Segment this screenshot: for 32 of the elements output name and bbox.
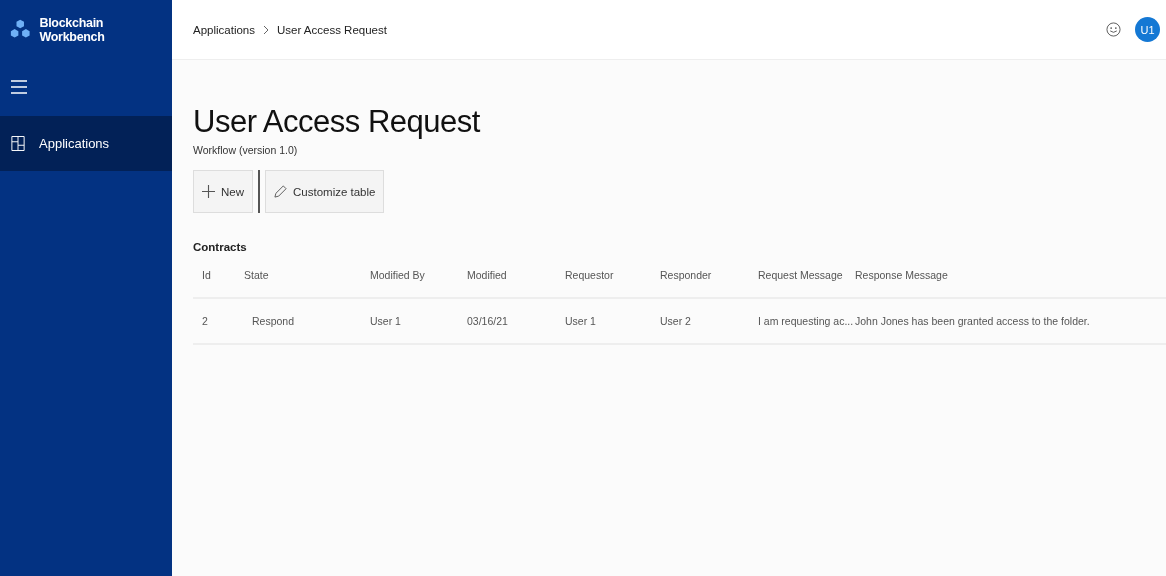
grid-icon [11, 135, 25, 152]
customize-table-button[interactable]: Customize table [265, 170, 385, 213]
table-cell: I am requesting ac... [758, 315, 855, 327]
table-cell-text: User 1 [370, 315, 402, 327]
column-header[interactable]: Modified By [370, 269, 467, 281]
column-header[interactable]: Request Message [758, 269, 855, 281]
user-avatar[interactable]: U1 [1135, 17, 1160, 42]
breadcrumb-current: User Access Request [277, 23, 387, 36]
plus-icon [202, 185, 215, 198]
column-header[interactable]: Response Message [855, 269, 1166, 281]
table-title: Contracts [193, 241, 248, 253]
column-header[interactable]: Id [202, 269, 244, 281]
page-subtitle: Workflow (version 1.0) [193, 144, 299, 156]
new-button[interactable]: New [193, 170, 253, 213]
column-header[interactable]: Modified [467, 269, 565, 281]
column-header[interactable]: State [244, 269, 370, 281]
table-cell-text: 2 [202, 315, 209, 327]
smiley-icon[interactable] [1106, 22, 1121, 37]
table-cell-text: 03/16/21 [467, 315, 509, 327]
menu-icon[interactable] [11, 80, 27, 94]
page-title: User Access Request [193, 104, 481, 140]
column-header[interactable]: Responder [660, 269, 758, 281]
table-cell-text: User 2 [660, 315, 692, 327]
chevron-right-icon [263, 24, 269, 35]
pencil-icon [274, 185, 287, 198]
app-title: Blockchain Workbench [39, 16, 106, 44]
breadcrumb-link[interactable]: Applications [193, 23, 255, 36]
table-cell-text: Respond [251, 315, 296, 327]
sidebar-item[interactable]: Applications [0, 116, 172, 171]
table-cell-text: John Jones has been granted access to the folder. [855, 315, 1091, 327]
column-header[interactable]: Requestor [565, 269, 660, 281]
table-cell-text: User 1 [565, 315, 597, 327]
